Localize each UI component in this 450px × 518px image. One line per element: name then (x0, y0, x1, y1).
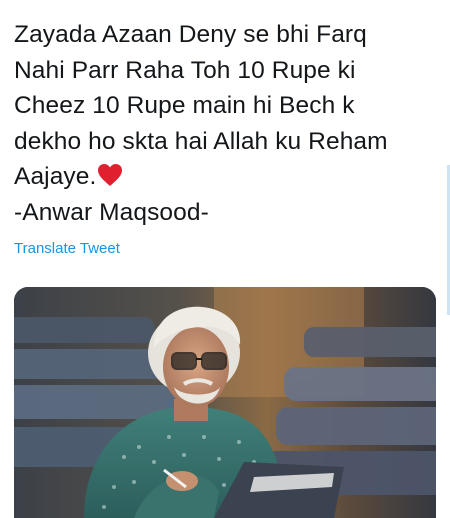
tweet-line-2: Nahi Parr Raha Toh 10 Rupe ki (14, 56, 356, 84)
heart-icon (98, 164, 123, 186)
tweet-line-3: Cheez 10 Rupe main hi Bech k (14, 92, 355, 119)
tweet-line-4: dekho ho skta hai Allah ku Reham (14, 127, 388, 155)
translate-tweet-link[interactable]: Translate Tweet (14, 240, 120, 257)
tweet-text: Zayada Azaan Deny se bhi Farq Nahi Parr … (14, 17, 444, 230)
tweet-line-5-text: Aajaye. (14, 163, 97, 190)
tweet-media-photo[interactable] (14, 287, 436, 518)
tweet-line-5: Aajaye. (14, 159, 444, 195)
photo-elderly-man-writing (14, 287, 436, 518)
tweet-line-1: Zayada Azaan Deny se bhi Farq (14, 21, 367, 48)
tweet-line-6: -Anwar Maqsood- (14, 198, 209, 226)
